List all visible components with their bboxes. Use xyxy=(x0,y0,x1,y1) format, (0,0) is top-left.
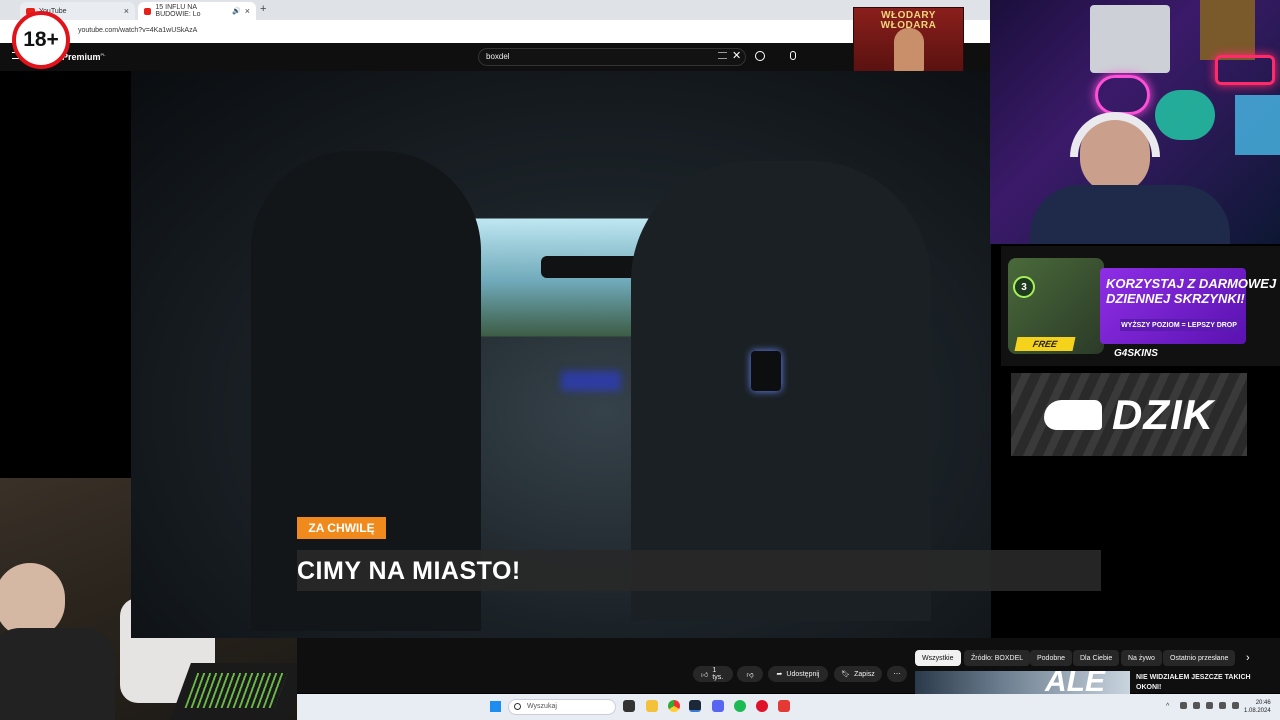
recommended-thumbnail[interactable]: ALE xyxy=(915,671,1130,694)
g4skins-logo: G4SKINS xyxy=(1114,348,1158,359)
wlodary-poster: WŁODARY WŁODARA xyxy=(853,7,964,72)
pc-case-light xyxy=(1235,95,1280,155)
url-text[interactable]: youtube.com/watch?v=4Ka1wUSkAzA xyxy=(78,27,197,34)
close-tab-icon[interactable]: × xyxy=(245,6,250,16)
spotify-icon[interactable] xyxy=(734,700,746,712)
boar-logo-icon xyxy=(1044,399,1102,430)
more-actions-button[interactable]: ⋯ xyxy=(887,666,907,682)
rearview-mirror xyxy=(541,256,639,278)
ad-headline: KORZYSTAJ Z DARMOWEJ DZIENNEJ SKRZYNKI! xyxy=(1106,276,1277,306)
poster-figure xyxy=(894,28,924,71)
dzik-ad-banner[interactable]: DZIK xyxy=(1011,373,1247,456)
neon-sign-left xyxy=(1095,75,1150,115)
discord-icon[interactable] xyxy=(712,700,724,712)
tray-mic-icon xyxy=(1193,702,1200,709)
thumbs-up-icon: 👍︎ xyxy=(701,671,709,679)
chips-next-icon[interactable]: › xyxy=(1246,652,1250,664)
headline-text: CIMY NA MIASTO! xyxy=(297,557,521,585)
dashboard-light xyxy=(561,371,621,391)
thumbnail-text: ALE xyxy=(1045,671,1105,694)
person-face xyxy=(0,563,65,638)
chrome-icon[interactable] xyxy=(668,700,680,712)
tray-battery-icon xyxy=(1232,702,1239,709)
search-input[interactable]: boxdel xyxy=(478,48,746,66)
chip-source-boxdel[interactable]: Źródło: BOXDEL xyxy=(964,650,1031,666)
bookmark-icon: 🔖︎ xyxy=(841,671,851,678)
youtube-favicon-icon xyxy=(144,7,152,15)
webcam-top-right xyxy=(990,0,1280,244)
left-blank-area xyxy=(0,71,131,478)
tray-volume-icon xyxy=(1219,702,1226,709)
chip-recently-uploaded[interactable]: Ostatnio przesłane xyxy=(1163,650,1236,666)
level-badge: 3 xyxy=(1013,276,1035,298)
headset-icon xyxy=(1070,112,1160,157)
tab-video[interactable]: 15 INFLU NA BUDOWIE: Lo 🔊 × xyxy=(138,2,256,20)
taskbar-search-icon xyxy=(514,703,521,710)
upcoming-tag: ZA CHWILĘ xyxy=(297,517,386,539)
save-button[interactable]: 🔖︎ Zapisz xyxy=(834,666,882,682)
share-button[interactable]: ➦ Udostępnij xyxy=(768,666,828,682)
mic-icon[interactable] xyxy=(790,51,796,60)
system-tray[interactable] xyxy=(1180,702,1240,712)
steam-icon[interactable] xyxy=(689,700,701,712)
chip-live[interactable]: Na żywo xyxy=(1121,650,1162,666)
person-shirt xyxy=(0,628,115,720)
share-icon: ➦ xyxy=(776,671,783,678)
app-red2-icon[interactable] xyxy=(778,700,790,712)
chip-similar[interactable]: Podobne xyxy=(1030,650,1073,666)
keyboard-icon[interactable] xyxy=(718,52,727,59)
taskbar-search-input[interactable]: Wyszukaj xyxy=(508,699,616,715)
age-rating-badge: 18+ xyxy=(12,11,70,69)
neon-sign-right xyxy=(1215,55,1275,85)
tab-label: 15 INFLU NA BUDOWIE: Lo xyxy=(155,4,201,18)
streamer-shirt xyxy=(1030,185,1230,244)
windows-start-icon[interactable] xyxy=(490,701,501,712)
close-tab-icon[interactable]: × xyxy=(124,6,129,16)
taskbar-clock[interactable]: 20:46 1.08.2024 xyxy=(1244,699,1271,715)
green-light xyxy=(1155,90,1215,140)
speaker-icon: 🔊 xyxy=(232,8,241,15)
like-button[interactable]: 👍︎ 1 tys. xyxy=(693,666,733,682)
dislike-button[interactable]: 👎︎ xyxy=(737,666,763,682)
file-explorer-icon[interactable] xyxy=(646,700,658,712)
chip-all[interactable]: Wszystkie xyxy=(915,650,961,666)
task-view-icon[interactable] xyxy=(623,700,635,712)
search-icon[interactable] xyxy=(755,51,765,61)
tray-app-icon xyxy=(1180,702,1187,709)
new-tab-button[interactable]: + xyxy=(260,3,266,15)
ad-subline: WYŻSZY POZIOM = LEPSZY DROP xyxy=(1120,319,1238,331)
free-tag: FREE xyxy=(1014,337,1076,351)
wall-painting xyxy=(1200,0,1255,60)
dzik-logo: DZIK xyxy=(1112,390,1214,438)
app-red-icon[interactable] xyxy=(756,700,768,712)
wall-poster xyxy=(1090,5,1170,73)
keyboard xyxy=(169,663,297,720)
phone-glow xyxy=(751,351,781,391)
more-icon: ⋯ xyxy=(893,671,901,678)
youtube-logo[interactable]: PremiumPL xyxy=(62,52,106,62)
tray-wifi-icon xyxy=(1206,702,1213,709)
tray-chevron-icon[interactable]: ^ xyxy=(1166,703,1169,710)
thumbs-down-icon: 👎︎ xyxy=(746,671,754,679)
chip-for-you[interactable]: Dla Ciebie xyxy=(1073,650,1120,666)
clear-search-icon[interactable]: ✕ xyxy=(732,49,741,62)
recommended-title[interactable]: NIE WIDZIAŁEM JESZCZE TAKICH OKONI! xyxy=(1136,673,1251,693)
